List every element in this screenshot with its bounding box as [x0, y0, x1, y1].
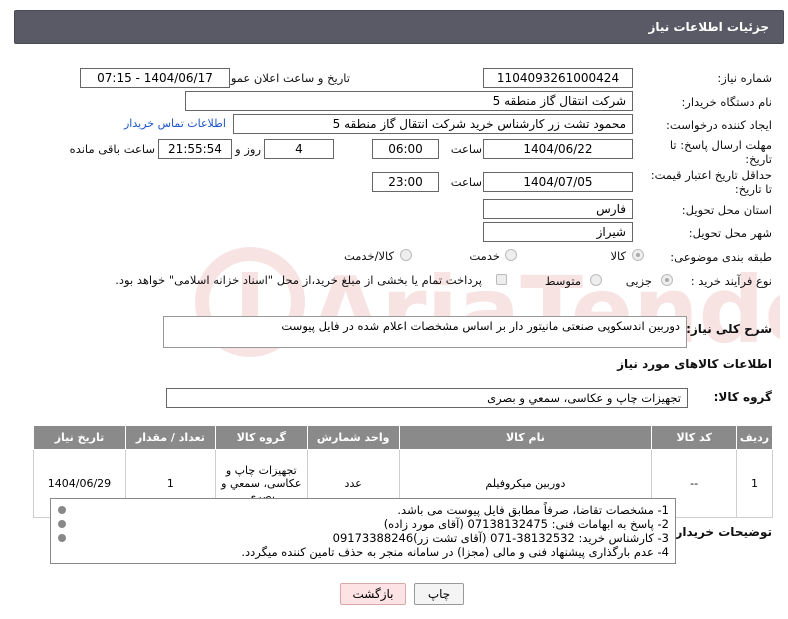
announce-label: تاریخ و ساعت اعلان عمومی: [211, 71, 350, 85]
purchase-option-minor: جزیی [625, 274, 652, 288]
goods-group-field: تجهیزات چاپ و عکاسی، سمعي و بصری [166, 388, 688, 408]
col-need-date: تاریخ نیاز [33, 425, 126, 450]
remaining-label: ساعت باقی مانده [69, 142, 155, 156]
city-field: شیراز [483, 222, 633, 242]
page-title: جزئیات اطلاعات نیاز [648, 20, 769, 34]
category-option-goods: کالا [610, 249, 626, 263]
back-button[interactable]: بازگشت [340, 583, 406, 605]
goods-section-title: اطلاعات کالاهای مورد نیاز [617, 357, 772, 371]
province-label: استان محل تحویل: [681, 203, 772, 217]
col-unit: واحد شمارش [306, 425, 400, 450]
need-number-label: شماره نیاز: [717, 71, 772, 85]
creator-field: محمود تشت زر کارشناس خرید شرکت انتقال گا… [233, 114, 633, 134]
print-button[interactable]: چاپ [414, 583, 464, 605]
category-radio-goods-service[interactable] [400, 249, 412, 261]
price-time-field: 23:00 [372, 172, 439, 192]
note-line-1: 1- مشخصات تقاضا، صرفاً مطابق فایل پیوست … [397, 503, 669, 517]
description-label: شرح کلی نیاز: [686, 322, 772, 336]
note-line-4: 4- عدم بارگذاری پیشنهاد فنی و مالی (مجزا… [241, 545, 669, 559]
need-number-field: 1104093261000424 [483, 68, 633, 88]
days-label: روز و [235, 142, 261, 156]
description-field: دوربین اندسکوپی صنعتی مانیتور دار بر اسا… [163, 316, 687, 348]
purchase-radio-minor[interactable] [661, 274, 673, 286]
notes-box[interactable]: 1- مشخصات تقاضا، صرفاً مطابق فایل پیوست … [50, 498, 676, 564]
province-field: فارس [483, 199, 633, 219]
announce-field: 1404/06/17 - 07:15 [80, 68, 230, 88]
reply-date-field: 1404/06/22 [483, 139, 633, 159]
col-goods-name: نام کالا [398, 425, 653, 450]
treasury-payment-checkbox[interactable] [496, 274, 507, 285]
notes-label: توضیحات خریدار: [670, 525, 772, 539]
reply-deadline-label-2: تاریخ: [745, 152, 772, 166]
col-quantity: تعداد / مقدار [124, 425, 216, 450]
purchase-type-label: نوع فرآیند خرید : [690, 274, 772, 288]
scroll-up-dot[interactable] [58, 506, 66, 514]
category-radio-goods[interactable] [632, 249, 644, 261]
goods-group-label: گروه کالا: [713, 390, 772, 404]
category-option-goods-service: کالا/خدمت [343, 249, 394, 263]
buyer-label: نام دستگاه خریدار: [681, 95, 772, 109]
col-row-number: ردیف [736, 425, 773, 450]
price-hour-label: ساعت [450, 175, 482, 189]
purchase-option-medium: متوسط [544, 274, 581, 288]
category-radio-service[interactable] [505, 249, 517, 261]
category-label: طبقه بندی موضوعی: [670, 250, 772, 264]
note-line-3: 3- کارشناس خرید: 38132532-071 (آقای تشت … [332, 531, 669, 545]
reply-deadline-label: مهلت ارسال پاسخ: تا [669, 138, 772, 152]
price-validity-label: حداقل تاریخ اعتبار قیمت: [650, 168, 772, 182]
city-label: شهر محل تحویل: [688, 226, 772, 240]
reply-time-field: 06:00 [372, 139, 439, 159]
price-date-field: 1404/07/05 [483, 172, 633, 192]
page-header: جزئیات اطلاعات نیاز [14, 10, 784, 44]
category-option-service: خدمت [469, 249, 500, 263]
reply-hour-label: ساعت [450, 142, 482, 156]
scroll-down-dot[interactable] [58, 534, 66, 542]
cell-row-number: 1 [736, 449, 773, 518]
days-field: 4 [264, 139, 334, 159]
note-line-2: 2- پاسخ به ابهامات فنی: 07138132475 (آقا… [383, 517, 669, 531]
creator-label: ایجاد کننده درخواست: [666, 118, 772, 132]
scroll-dot[interactable] [58, 520, 66, 528]
payment-note: پرداخت تمام یا بخشی از مبلغ خرید،از محل … [115, 273, 482, 287]
price-validity-label-2: تا تاریخ: [734, 182, 772, 196]
purchase-radio-medium[interactable] [590, 274, 602, 286]
col-goods-code: کد کالا [651, 425, 738, 450]
col-goods-group: گروه کالا [214, 425, 308, 450]
buyer-field: شرکت انتقال گاز منطقه 5 [185, 91, 633, 111]
buyer-contact-link[interactable]: اطلاعات تماس خریدار [124, 117, 226, 130]
remaining-time-field: 21:55:54 [158, 139, 232, 159]
